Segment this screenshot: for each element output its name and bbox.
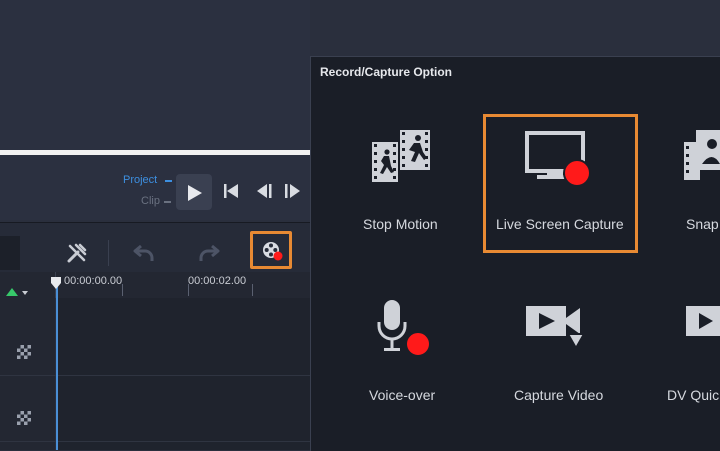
preview-window (0, 0, 310, 150)
option-label[interactable]: Capture Video (514, 387, 603, 403)
dialog-title: Record/Capture Option (320, 65, 453, 79)
screen-capture-icon (525, 131, 591, 187)
film-reel-record-icon (263, 242, 283, 261)
track-headers (0, 298, 55, 450)
ruler-timecode: 00:00:00.00 (64, 275, 123, 287)
microphone-icon[interactable] (376, 298, 434, 358)
previous-frame-icon[interactable] (256, 183, 274, 199)
option-label[interactable]: Live Screen Capture (496, 216, 624, 232)
option-label[interactable]: DV Quic (667, 387, 719, 403)
playhead-handle-icon[interactable] (50, 276, 62, 290)
dv-quick-scan-icon[interactable] (686, 304, 720, 344)
play-button[interactable] (176, 174, 212, 210)
project-mode-indicator (165, 180, 172, 182)
track-divider (0, 441, 310, 442)
ruler-tick (122, 284, 123, 296)
play-icon (188, 185, 202, 201)
timeline-ruler[interactable] (0, 272, 310, 298)
snapshot-icon[interactable] (684, 128, 720, 184)
go-to-start-icon[interactable] (222, 183, 240, 199)
redo-icon[interactable] (198, 243, 220, 263)
overlay-track-icon[interactable] (16, 410, 32, 426)
next-frame-icon[interactable] (284, 183, 302, 199)
ruler-tick (188, 284, 189, 296)
clip-mode-indicator (164, 201, 171, 203)
stop-motion-icon[interactable] (370, 128, 432, 184)
undo-icon[interactable] (133, 243, 155, 263)
track-divider (0, 375, 310, 376)
playhead[interactable] (56, 280, 58, 450)
capture-video-icon[interactable] (524, 304, 588, 352)
toolbar-panel-edge (0, 236, 20, 270)
toolbar-separator (108, 240, 109, 266)
option-label[interactable]: Stop Motion (363, 216, 438, 232)
project-mode-label[interactable]: Project (123, 174, 157, 186)
track-manager-icon[interactable] (5, 286, 31, 298)
video-track-icon[interactable] (16, 344, 32, 360)
ruler-timecode: 00:00:02.00 (188, 275, 247, 287)
timeline-tracks[interactable] (56, 298, 310, 450)
option-label[interactable]: Snap (686, 216, 719, 232)
ruler-tick (252, 284, 253, 296)
tools-icon[interactable] (66, 242, 88, 264)
option-label[interactable]: Voice-over (369, 387, 435, 403)
record-capture-button[interactable] (250, 231, 292, 269)
clip-mode-label[interactable]: Clip (141, 195, 160, 207)
